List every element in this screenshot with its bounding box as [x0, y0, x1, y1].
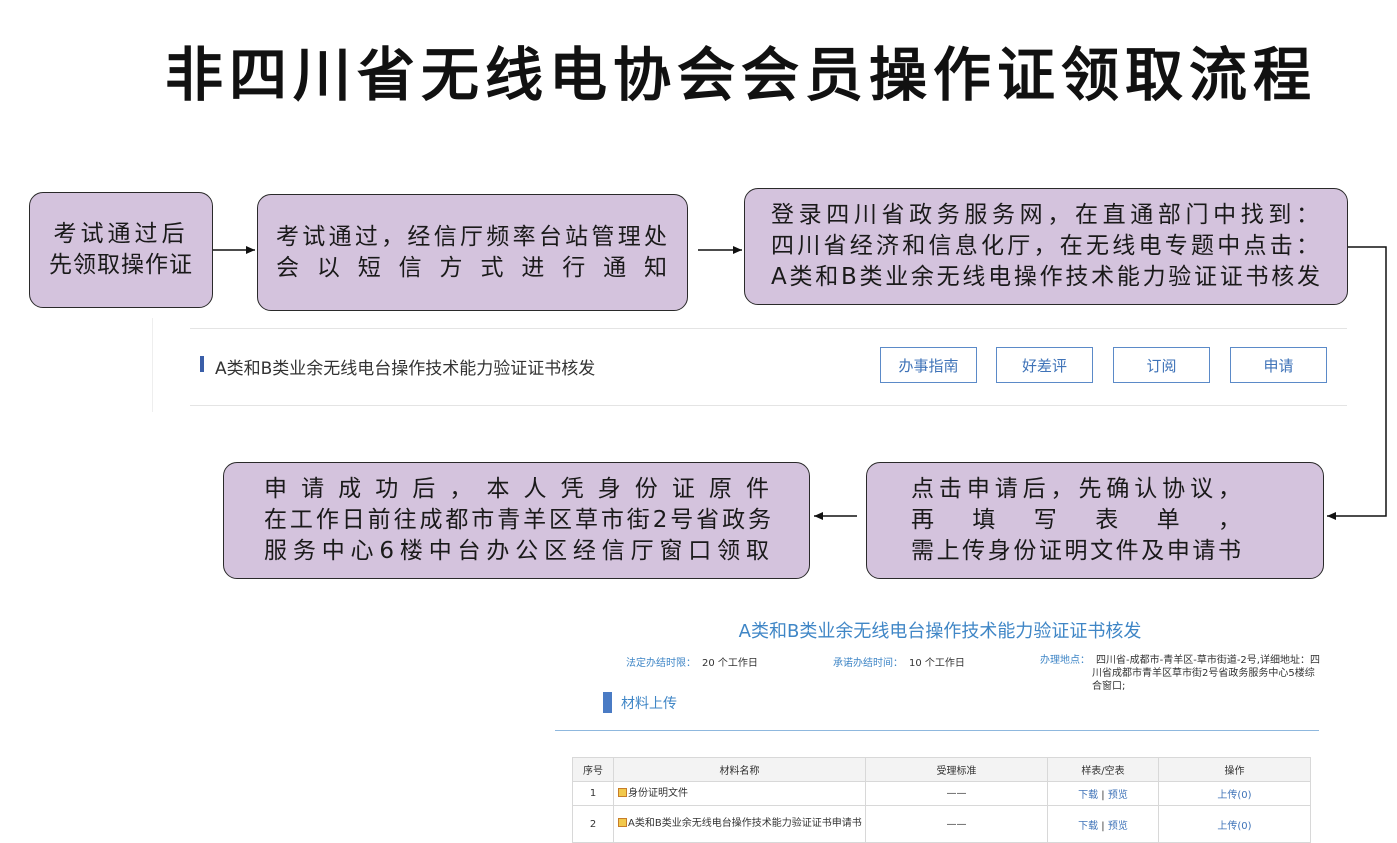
step4-line-1: 点击申请后，先确认协议，	[911, 476, 1243, 502]
upload-link[interactable]: 上传(0)	[1217, 821, 1251, 832]
material-name-text: 身份证明文件	[628, 787, 688, 799]
col-header-name: 材料名称	[613, 757, 866, 782]
file-icon	[618, 787, 627, 797]
col-header-operation: 操作	[1158, 757, 1311, 782]
file-icon	[618, 818, 627, 827]
row-no: 1	[572, 781, 614, 806]
apply-button[interactable]: 申请	[1230, 347, 1327, 383]
sample-links: 下载 | 预览	[1047, 781, 1159, 806]
step3-line-3: A类和B类业余无线电操作技术能力验证证书核发	[771, 264, 1321, 290]
table-header-row: 序号 材料名称 受理标准 样表/空表 操作	[572, 757, 1311, 782]
download-link[interactable]: 下载	[1078, 821, 1098, 832]
row-no: 2	[572, 805, 614, 843]
step4-line-3: 需上传身份证明文件及申请书	[911, 538, 1243, 564]
rating-button[interactable]: 好差评	[996, 347, 1093, 383]
legal-time: 法定办结时限： 20 个工作日	[626, 654, 758, 669]
upload-section-title: 材料上传	[621, 696, 677, 712]
flow-connectors	[213, 246, 1387, 520]
service-title-marker	[200, 356, 204, 372]
service-address: 办理地点： 四川省-成都市-青羊区-草市街道-2号,详细地址：四川省成都市青羊区…	[1040, 654, 1322, 693]
flow-step-3: 登录四川省政务服务网，在直通部门中找到： 四川省经济和信息化厅，在无线电专题中点…	[744, 188, 1348, 305]
upload-title-marker	[603, 692, 612, 713]
table-row: 2 A类和B类业余无线电台操作技术能力验证证书申请书 —— 下载 | 预览 上传…	[572, 805, 1311, 843]
upload-link[interactable]: 上传(0)	[1217, 790, 1251, 801]
flow-step-2: 考试通过，经信厅频率台站管理处 会以短信方式进行通知	[257, 194, 688, 311]
download-link[interactable]: 下载	[1078, 790, 1098, 801]
strip-divider	[152, 318, 153, 412]
service-title: A类和B类业余无线电台操作技术能力验证证书核发	[215, 359, 596, 379]
flow-step-4: 点击申请后，先确认协议， 再填写表单， 需上传身份证明文件及申请书	[866, 462, 1324, 579]
material-name-text: A类和B类业余无线电台操作技术能力验证证书申请书	[628, 818, 862, 829]
address-value: 四川省-成都市-青羊区-草市街道-2号,详细地址：四川省成都市青羊区草市街2号省…	[1092, 655, 1320, 692]
materials-table: 序号 材料名称 受理标准 样表/空表 操作 1 身份证明文件 —— 下载 | 预…	[572, 757, 1311, 843]
acceptance-standard: ——	[865, 781, 1048, 806]
promise-time-value: 10 个工作日	[909, 658, 965, 669]
flow-step-5: 申请成功后，本人凭身份证原件 在工作日前往成都市青羊区草市街2号省政务 服务中心…	[223, 462, 810, 579]
address-label: 办理地点：	[1040, 655, 1090, 666]
operation-cell: 上传(0)	[1158, 805, 1311, 843]
col-header-no: 序号	[572, 757, 614, 782]
step2-line-1: 考试通过，经信厅频率台站管理处	[276, 223, 669, 250]
step5-line-1: 申请成功后，本人凭身份证原件	[264, 476, 771, 502]
step1-line-1: 考试通过后	[53, 221, 189, 247]
col-header-sample: 样表/空表	[1047, 757, 1159, 782]
preview-link[interactable]: 预览	[1108, 790, 1128, 801]
col-header-standard: 受理标准	[865, 757, 1048, 782]
step5-line-3: 服务中心6楼中台办公区经信厅窗口领取	[264, 538, 771, 564]
upload-divider	[555, 730, 1319, 731]
material-name: A类和B类业余无线电台操作技术能力验证证书申请书	[613, 805, 866, 843]
preview-link[interactable]: 预览	[1108, 821, 1128, 832]
step3-line-1: 登录四川省政务服务网，在直通部门中找到：	[771, 202, 1321, 228]
step2-line-2: 会以短信方式进行通知	[276, 254, 669, 281]
step4-line-2: 再填写表单，	[911, 507, 1243, 533]
material-name: 身份证明文件	[613, 781, 866, 806]
detail-title: A类和B类业余无线电台操作技术能力验证证书核发	[738, 621, 1142, 642]
legal-time-label: 法定办结时限：	[626, 658, 696, 669]
table-row: 1 身份证明文件 —— 下载 | 预览 上传(0)	[572, 781, 1311, 806]
guide-button[interactable]: 办事指南	[880, 347, 977, 383]
promise-time-label: 承诺办结时间：	[833, 658, 903, 669]
step3-line-2: 四川省经济和信息化厅，在无线电专题中点击：	[771, 233, 1321, 259]
legal-time-value: 20 个工作日	[702, 658, 758, 669]
flow-step-1: 考试通过后 先领取操作证	[29, 192, 213, 308]
operation-cell: 上传(0)	[1158, 781, 1311, 806]
sample-links: 下载 | 预览	[1047, 805, 1159, 843]
subscribe-button[interactable]: 订阅	[1113, 347, 1210, 383]
promise-time: 承诺办结时间： 10 个工作日	[833, 654, 965, 669]
step5-line-2: 在工作日前往成都市青羊区草市街2号省政务	[264, 507, 771, 533]
acceptance-standard: ——	[865, 805, 1048, 843]
step1-line-2: 先领取操作证	[49, 252, 193, 278]
